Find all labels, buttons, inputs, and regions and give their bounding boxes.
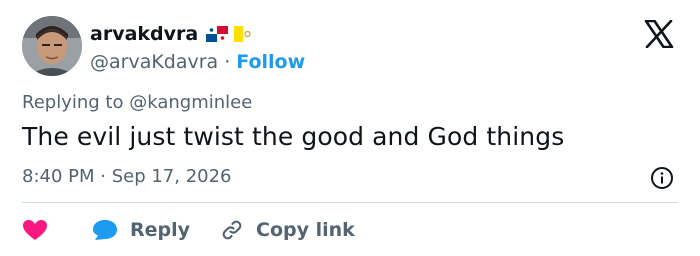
- tweet-text: The evil just twist the good and God thi…: [22, 122, 565, 151]
- separator-dot: ·: [224, 51, 231, 73]
- copy-link-button[interactable]: Copy link: [220, 218, 355, 242]
- copy-link-label: Copy link: [256, 219, 355, 241]
- author-header: arvakdvra @arvaKdavra · Follow: [90, 20, 305, 76]
- x-logo-icon[interactable]: [644, 19, 674, 49]
- replying-prefix: Replying to: [22, 92, 124, 113]
- name-row: arvakdvra: [90, 20, 305, 48]
- divider: [22, 202, 678, 203]
- info-icon[interactable]: [650, 166, 674, 190]
- link-icon: [220, 218, 244, 242]
- panama-flag-icon: [206, 26, 229, 42]
- avatar[interactable]: [22, 16, 82, 76]
- tweet-timestamp[interactable]: 8:40 PM · Sep 17, 2026: [22, 166, 232, 187]
- replying-mention[interactable]: @kangminlee: [129, 92, 252, 113]
- follow-button[interactable]: Follow: [236, 51, 305, 73]
- display-name[interactable]: arvakdvra: [90, 23, 198, 45]
- handle-row: @arvaKdavra · Follow: [90, 48, 305, 76]
- reply-button[interactable]: Reply: [92, 219, 190, 241]
- reply-label: Reply: [130, 219, 191, 241]
- replying-to: Replying to @kangminlee: [22, 92, 252, 113]
- vatican-flag-icon: [234, 26, 256, 42]
- user-handle[interactable]: @arvaKdavra: [90, 51, 218, 73]
- reply-bubble-icon: [92, 219, 118, 241]
- tweet-card: arvakdvra @arvaKdavra · Follow Replying …: [0, 0, 700, 256]
- avatar-photo: [22, 16, 82, 76]
- action-bar: Reply Copy link: [22, 216, 355, 244]
- heart-icon[interactable]: [22, 219, 48, 241]
